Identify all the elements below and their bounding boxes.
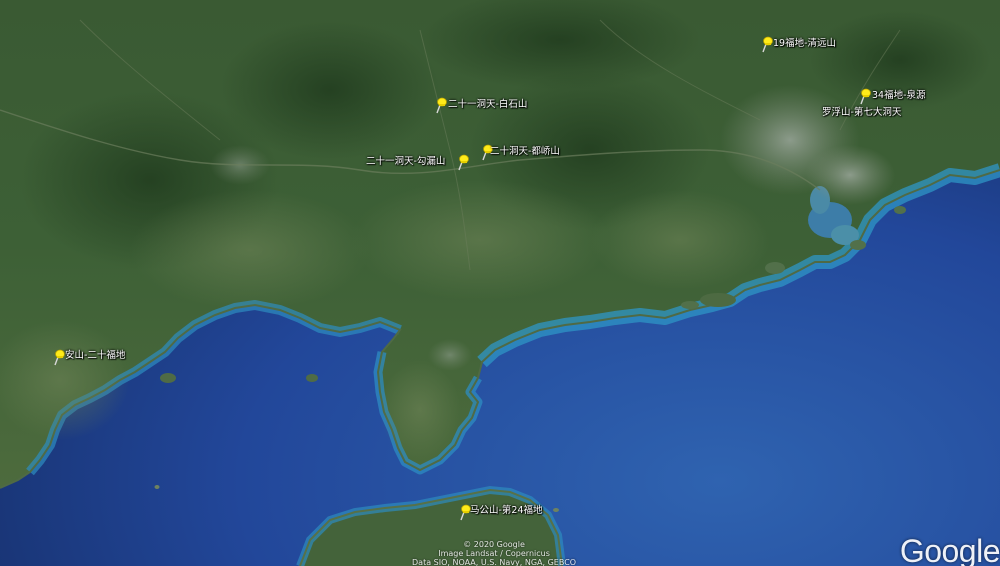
- placemark-label[interactable]: 34福地-泉源: [872, 90, 926, 101]
- imagery-attribution: © 2020 Google Image Landsat / Copernicus…: [412, 540, 576, 566]
- attribution-line: © 2020 Google: [463, 540, 525, 549]
- yellow-pushpin-icon[interactable]: [760, 35, 774, 53]
- yellow-pushpin-icon[interactable]: [52, 348, 66, 366]
- placemark-label[interactable]: 19福地-清远山: [773, 38, 836, 49]
- placemark-label[interactable]: 二十一洞天-勾漏山: [366, 156, 445, 167]
- yellow-pushpin-icon[interactable]: [456, 153, 470, 171]
- placemark-label[interactable]: 二十洞天-都峤山: [490, 146, 560, 157]
- attribution-line: Image Landsat / Copernicus: [438, 549, 550, 558]
- placemark-label[interactable]: 马公山-第24福地: [470, 505, 543, 516]
- map-view[interactable]: 19福地-清远山 二十一洞天-白石山 34福地-泉源 罗浮山-第七大洞天 二十洞…: [0, 0, 1000, 566]
- yellow-pushpin-icon[interactable]: [858, 87, 872, 105]
- yellow-pushpin-icon[interactable]: [434, 96, 448, 114]
- placemark-label[interactable]: 安山-二十福地: [65, 350, 125, 361]
- google-logo: Google: [899, 533, 1000, 566]
- placemark-label[interactable]: 罗浮山-第七大洞天: [822, 107, 901, 118]
- satellite-imagery: [0, 0, 1000, 566]
- placemark-label[interactable]: 二十一洞天-白石山: [448, 99, 527, 110]
- attribution-line: Data SIO, NOAA, U.S. Navy, NGA, GEBCO: [412, 558, 577, 566]
